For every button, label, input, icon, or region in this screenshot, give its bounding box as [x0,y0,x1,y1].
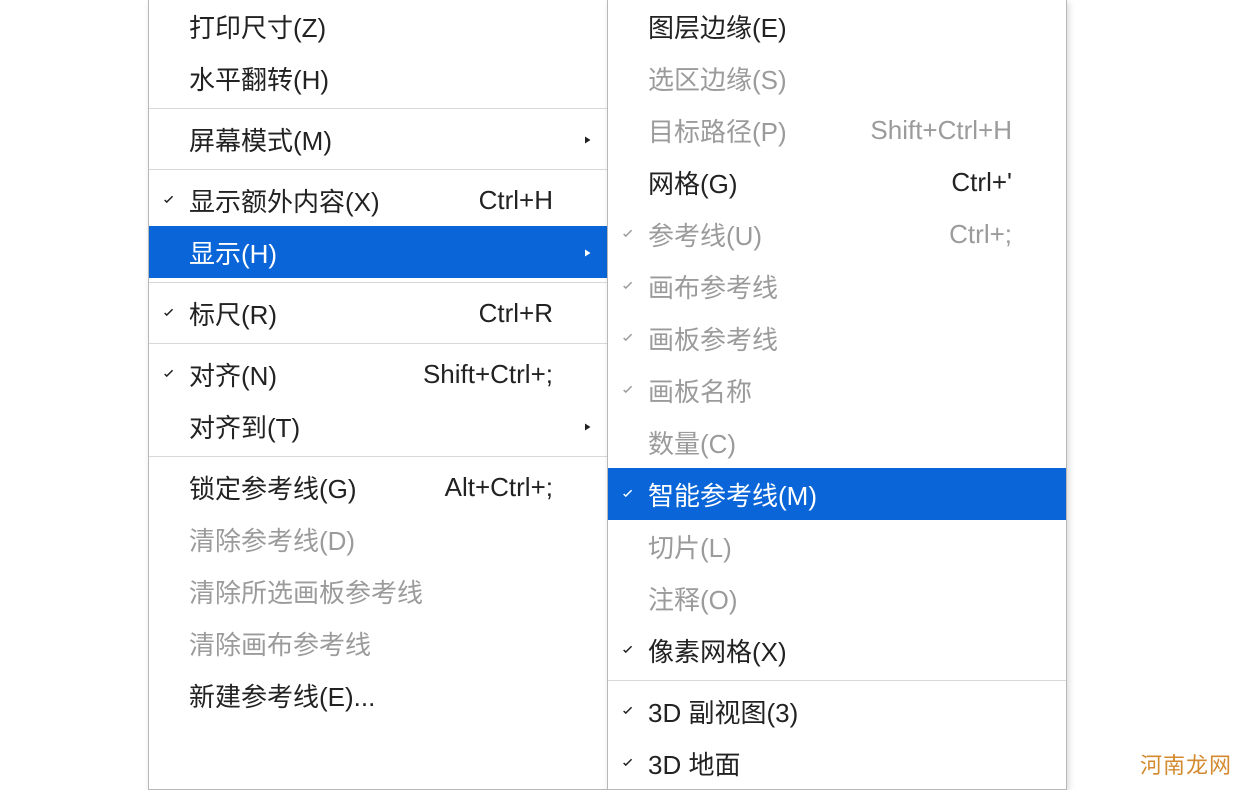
menu-item-label: 打印尺寸(Z) [189,8,326,45]
menu-item[interactable]: 标尺(R) Ctrl+R [149,287,607,339]
watermark-text: 河南龙网 [1140,748,1232,780]
check-icon [149,185,189,216]
menu-item[interactable]: 屏幕模式(M) [149,113,607,165]
menu-item-label: 屏幕模式(M) [189,121,332,158]
menu-item[interactable]: 锁定参考线(G) Alt+Ctrl+; [149,461,607,513]
menu-separator [149,169,607,170]
check-icon [608,323,648,354]
menu-separator [608,680,1066,681]
menu-item[interactable]: 网格(G) Ctrl+' [608,156,1066,208]
menu-item-label: 清除所选画板参考线 [189,573,423,610]
check-icon [149,298,189,329]
menu-item-label: 网格(G) [648,164,738,201]
menu-item-label: 3D 地面 [648,745,740,782]
menu-item-shortcut: Ctrl+R [479,298,577,329]
menu-item[interactable]: 3D 地面 [608,737,1066,789]
menu-item-shortcut: Alt+Ctrl+; [445,472,577,503]
menu-item-label: 画板名称 [648,372,752,409]
menu-item-label: 智能参考线(M) [648,476,817,513]
context-submenu-show: 图层边缘(E) 选区边缘(S) 目标路径(P) Shift+Ctrl+H 网格(G) Ct… [607,0,1067,790]
check-icon [608,635,648,666]
menu-item[interactable]: 新建参考线(E)... [149,669,607,721]
menu-item-label: 选区边缘(S) [648,60,787,97]
menu-item[interactable]: 对齐(N) Shift+Ctrl+; [149,348,607,400]
menu-item[interactable]: 打印尺寸(Z) [149,0,607,52]
menu-item-label: 新建参考线(E)... [189,677,375,714]
menu-separator [149,282,607,283]
context-menu-left: 打印尺寸(Z) 水平翻转(H) 屏幕模式(M) 显示额外内容(X) Ctrl+H 显示(H… [148,0,608,790]
menu-item-label: 目标路径(P) [648,112,787,149]
menu-item-label: 标尺(R) [189,295,277,332]
check-icon [608,748,648,779]
menu-item-label: 3D 副视图(3) [648,693,798,730]
menu-item[interactable]: 对齐到(T) [149,400,607,452]
menu-item: 画板参考线 [608,312,1066,364]
submenu-arrow-icon [577,237,607,268]
menu-item-label: 显示额外内容(X) [189,182,380,219]
check-icon [608,219,648,250]
menu-item-label: 显示(H) [189,234,277,271]
check-icon [608,271,648,302]
menu-separator [149,108,607,109]
menu-item[interactable]: 显示额外内容(X) Ctrl+H [149,174,607,226]
menu-item[interactable]: 显示(H) [149,226,607,278]
menu-item-shortcut: Ctrl+; [949,219,1036,250]
menu-item: 清除所选画板参考线 [149,565,607,617]
check-icon [608,696,648,727]
menu-item: 切片(L) [608,520,1066,572]
menu-item: 数量(C) [608,416,1066,468]
menu-item-label: 画板参考线 [648,320,778,357]
menu-item[interactable]: 3D 副视图(3) [608,685,1066,737]
menu-item-label: 画布参考线 [648,268,778,305]
menu-item[interactable]: 图层边缘(E) [608,0,1066,52]
menu-separator [149,343,607,344]
submenu-arrow-icon [577,411,607,442]
menu-item: 参考线(U) Ctrl+; [608,208,1066,260]
menu-item-label: 切片(L) [648,528,732,565]
menu-item: 选区边缘(S) [608,52,1066,104]
submenu-arrow-icon [577,124,607,155]
check-icon [608,479,648,510]
menu-item-label: 清除参考线(D) [189,521,355,558]
menu-item-label: 像素网格(X) [648,632,787,669]
menu-item: 目标路径(P) Shift+Ctrl+H [608,104,1066,156]
menu-item[interactable]: 智能参考线(M) [608,468,1066,520]
menu-item-shortcut: Ctrl+' [951,167,1036,198]
menu-item-shortcut: Shift+Ctrl+H [870,115,1036,146]
menu-item: 画布参考线 [608,260,1066,312]
menu-item: 清除参考线(D) [149,513,607,565]
menu-item[interactable]: 像素网格(X) [608,624,1066,676]
menu-item: 清除画布参考线 [149,617,607,669]
menu-item-shortcut: Shift+Ctrl+; [423,359,577,390]
menu-item-label: 水平翻转(H) [189,60,329,97]
menu-item-label: 参考线(U) [648,216,762,253]
menu-item-label: 数量(C) [648,424,736,461]
menu-item[interactable]: 水平翻转(H) [149,52,607,104]
menu-item-label: 对齐到(T) [189,408,300,445]
menu-item-label: 对齐(N) [189,356,277,393]
check-icon [149,359,189,390]
menu-separator [149,456,607,457]
check-icon [608,375,648,406]
menu-item-shortcut: Ctrl+H [479,185,577,216]
menu-item-label: 注释(O) [648,580,738,617]
menu-item-label: 清除画布参考线 [189,625,371,662]
menu-item: 注释(O) [608,572,1066,624]
menu-item: 画板名称 [608,364,1066,416]
menu-item-label: 图层边缘(E) [648,8,787,45]
menu-item-label: 锁定参考线(G) [189,469,357,506]
